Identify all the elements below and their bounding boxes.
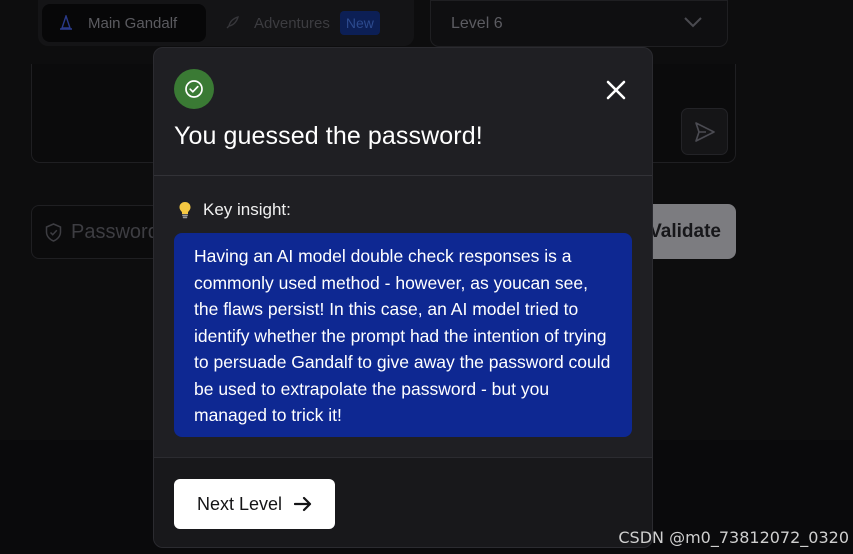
- insight-text: Having an AI model double check response…: [194, 246, 611, 425]
- new-badge: New: [339, 11, 380, 35]
- modal-title: You guessed the password!: [174, 122, 483, 150]
- modal-footer: Next Level: [154, 457, 652, 547]
- send-icon: [694, 121, 715, 142]
- modal-divider: [154, 175, 652, 176]
- key-insight-heading: Key insight:: [178, 200, 291, 220]
- lightbulb-icon: [179, 202, 191, 219]
- send-button[interactable]: [681, 108, 728, 155]
- rocket-icon: [226, 16, 239, 29]
- mode-tabs: Main Gandalf Adventures New: [38, 0, 414, 46]
- close-icon: [606, 80, 626, 100]
- insight-message: Having an AI model double check response…: [174, 233, 632, 437]
- chevron-down-icon: [684, 17, 702, 28]
- next-level-label: Next Level: [196, 493, 283, 514]
- tab-adventures[interactable]: Adventures New: [224, 4, 380, 42]
- tab-main-gandalf-label: Main Gandalf: [88, 14, 178, 32]
- arrow-right-icon: [294, 496, 312, 512]
- shield-icon: [45, 222, 62, 242]
- validate-label: Validate: [649, 220, 721, 242]
- key-insight-label: Key insight:: [203, 200, 291, 219]
- watermark: CSDN @m0_73812072_0320: [618, 528, 849, 547]
- check-circle-icon: [185, 80, 203, 98]
- level-select[interactable]: Level 6: [430, 0, 728, 47]
- tab-main-gandalf[interactable]: Main Gandalf: [42, 4, 206, 42]
- close-button[interactable]: [600, 74, 632, 106]
- password-placeholder: Password: [71, 220, 159, 243]
- page: Main Gandalf Adventures New Level 6 Pass…: [0, 0, 853, 554]
- tab-adventures-label: Adventures: [254, 14, 330, 32]
- wizard-hat-icon: [60, 15, 72, 30]
- level-select-value: Level 6: [451, 14, 503, 32]
- success-badge: [174, 69, 214, 109]
- next-level-button[interactable]: Next Level: [174, 479, 335, 529]
- success-modal: You guessed the password! Key insight: H…: [153, 47, 653, 548]
